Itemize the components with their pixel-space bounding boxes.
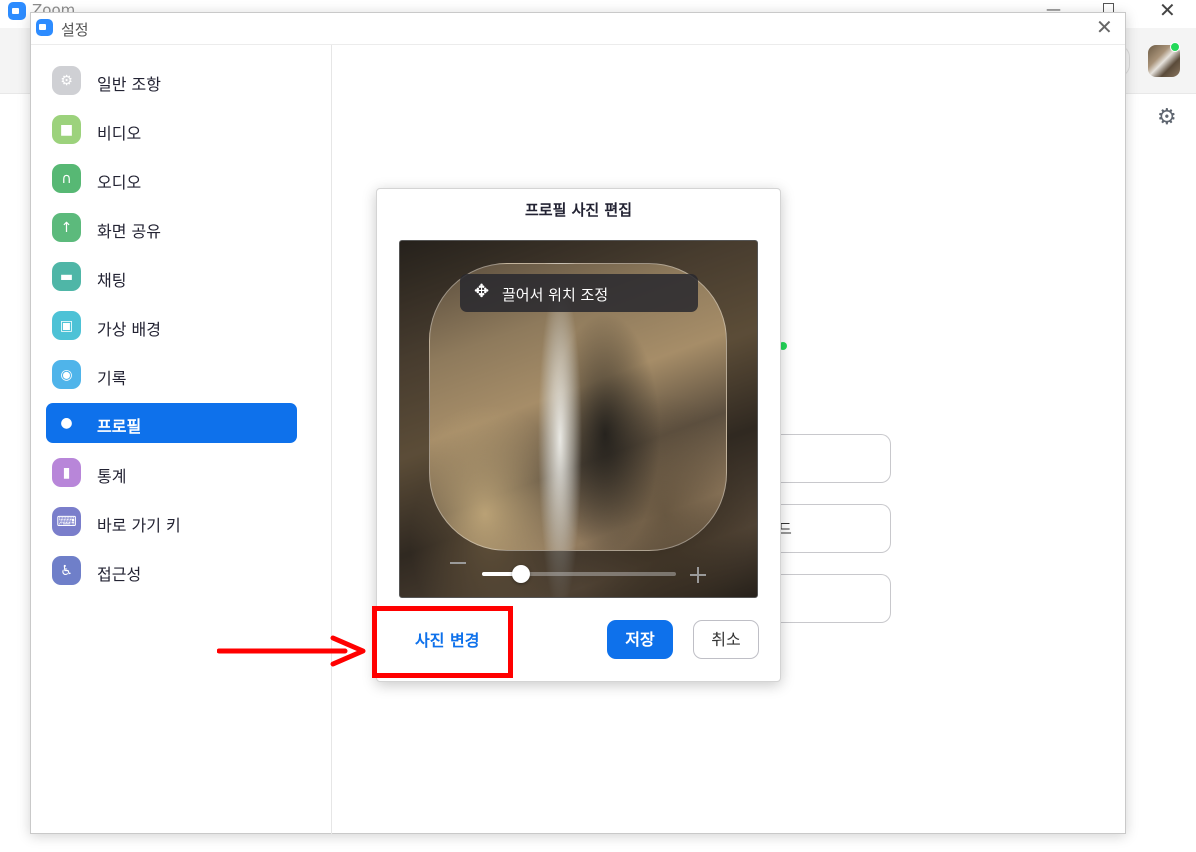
zoom-slider-thumb[interactable] <box>511 565 530 583</box>
sidebar-item-label: 프로필 <box>97 417 142 436</box>
zoom-logo-icon <box>36 19 53 36</box>
record-icon: ◉ <box>52 360 81 389</box>
sidebar-item-label: 채팅 <box>97 271 127 290</box>
sidebar-item-4[interactable]: ▬ 채팅 <box>46 257 297 297</box>
highlight-box <box>372 606 513 678</box>
close-window-button[interactable]: ✕ <box>1159 0 1176 22</box>
sidebar-item-10[interactable]: ♿ 접근성 <box>46 551 297 591</box>
sidebar-item-0[interactable]: ⚙ 일반 조항 <box>46 61 297 101</box>
zoom-out-icon[interactable] <box>450 562 466 564</box>
profile-field[interactable] <box>773 574 891 623</box>
chat-bubble-icon: ▬ <box>52 262 81 291</box>
dialog-title: 프로필 사진 편집 <box>524 201 633 219</box>
zoom-in-icon-vertical[interactable] <box>697 567 699 583</box>
photo-preview: ✥ 끌어서 위치 조정 <box>399 240 758 598</box>
sidebar-item-2[interactable]: ∩ 오디오 <box>46 159 297 199</box>
sidebar-item-label: 바로 가기 키 <box>97 516 181 535</box>
headphones-icon: ∩ <box>52 164 81 193</box>
sidebar-item-label: 가상 배경 <box>97 320 161 339</box>
gear-icon: ⚙ <box>52 66 81 95</box>
profile-field[interactable] <box>773 434 891 483</box>
zoom-logo-icon <box>8 2 26 20</box>
drag-hint: ✥ 끌어서 위치 조정 <box>460 274 698 312</box>
settings-gear-icon[interactable]: ⚙ <box>1157 107 1177 129</box>
settings-title: 설정 <box>61 21 89 39</box>
keyboard-icon: ⌨ <box>52 507 81 536</box>
sidebar-item-9[interactable]: ⌨ 바로 가기 키 <box>46 502 297 542</box>
settings-sidebar: ⚙ 일반 조항 ■ 비디오 ∩ 오디오 ↑ 화면 공유 ▬ 채팅 ▣ 가상 배경 ◉ 기록 ● 프로필 ▮ 통계 ⌨… <box>31 45 332 834</box>
sidebar-item-5[interactable]: ▣ 가상 배경 <box>46 306 297 346</box>
move-arrows-icon: ✥ <box>474 281 490 302</box>
save-button[interactable]: 저장 <box>607 620 673 659</box>
sidebar-item-label: 화면 공유 <box>97 222 161 241</box>
annotation-arrow <box>217 635 366 667</box>
person-icon: ● <box>60 414 73 431</box>
cancel-button[interactable]: 취소 <box>693 620 759 659</box>
settings-close-button[interactable]: ✕ <box>1096 15 1113 39</box>
sidebar-item-8[interactable]: ▮ 통계 <box>46 453 297 493</box>
drag-hint-text: 끌어서 위치 조정 <box>502 286 609 304</box>
sidebar-item-7[interactable]: ● 프로필 <box>46 403 297 443</box>
settings-titlebar: 설정 ✕ <box>31 13 1125 45</box>
virtual-background-icon: ▣ <box>52 311 81 340</box>
statistics-icon: ▮ <box>52 458 81 487</box>
sidebar-item-label: 기록 <box>97 369 127 388</box>
sidebar-item-1[interactable]: ■ 비디오 <box>46 110 297 150</box>
accessibility-icon: ♿ <box>52 556 81 585</box>
sidebar-item-3[interactable]: ↑ 화면 공유 <box>46 208 297 248</box>
sidebar-item-label: 통계 <box>97 467 127 486</box>
sidebar-item-label: 접근성 <box>97 565 142 584</box>
zoom-slider[interactable] <box>482 565 676 583</box>
online-status-dot <box>1170 42 1180 52</box>
sidebar-item-label: 일반 조항 <box>97 75 161 94</box>
sidebar-item-label: 비디오 <box>97 124 142 143</box>
share-screen-icon: ↑ <box>52 213 81 242</box>
sidebar-item-label: 오디오 <box>97 173 142 192</box>
video-camera-icon: ■ <box>52 115 81 144</box>
sidebar-item-6[interactable]: ◉ 기록 <box>46 355 297 395</box>
